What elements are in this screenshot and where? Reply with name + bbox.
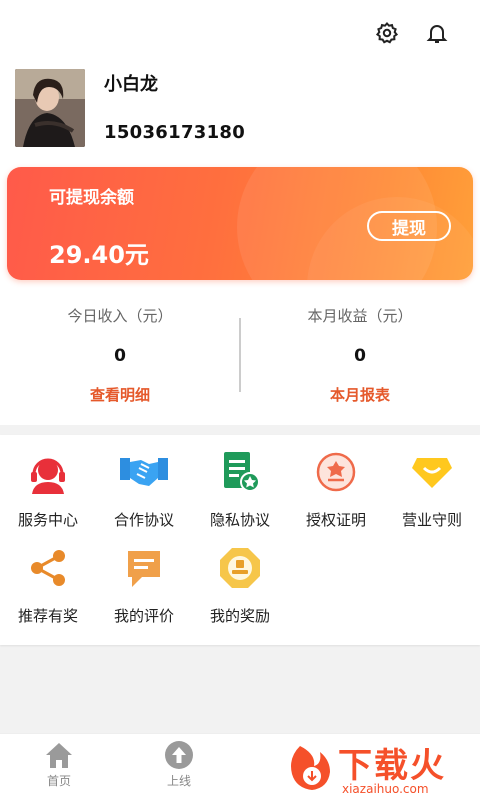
view-details-link[interactable]: 查看明细 — [0, 384, 240, 405]
watermark: 下载火 xiazaihuo.com — [280, 738, 480, 800]
service-label: 服务中心 — [17, 511, 78, 529]
month-income-label: 本月收益（元） — [307, 307, 413, 325]
today-income-value: 0 — [114, 346, 126, 366]
month-income-value: 0 — [354, 346, 366, 366]
balance-amount: 29.40元 — [49, 241, 149, 269]
today-income-stat: 今日收入（元） 0 查看明细 — [0, 305, 240, 405]
tab-home[interactable]: 首页 — [29, 740, 89, 789]
upload-arrow-icon — [149, 740, 209, 770]
avatar[interactable] — [15, 69, 85, 147]
comment-icon — [119, 545, 169, 591]
referral-reward-item[interactable]: 推荐有奖 — [0, 545, 96, 626]
balance-card[interactable]: 可提现余额 29.40元 提现 — [7, 167, 473, 280]
service-label: 我的评价 — [113, 607, 174, 625]
document-star-icon — [215, 449, 265, 495]
withdraw-button[interactable]: 提现 — [367, 211, 451, 241]
my-rewards-item[interactable]: 我的奖励 — [192, 545, 288, 626]
service-label: 授权证明 — [305, 511, 366, 529]
app-screen: 小白龙 15036173180 可提现余额 29.40元 提现 今日收入（元） … — [0, 0, 480, 800]
today-income-label: 今日收入（元） — [67, 307, 173, 325]
watermark-url: xiazaihuo.com — [342, 782, 429, 796]
certificate-icon — [311, 449, 361, 495]
watermark-title: 下载火 — [338, 746, 446, 786]
service-label: 隐私协议 — [209, 511, 270, 529]
award-icon — [215, 545, 265, 591]
user-name: 小白龙 — [104, 74, 158, 95]
balance-label: 可提现余额 — [49, 188, 134, 208]
business-rules-item[interactable]: 营业守则 — [384, 449, 480, 530]
service-label: 合作协议 — [113, 511, 174, 529]
tab-online-label: 上线 — [166, 774, 191, 788]
service-center-item[interactable]: 服务中心 — [0, 449, 96, 530]
month-report-link[interactable]: 本月报表 — [240, 384, 480, 405]
gear-icon[interactable] — [370, 16, 404, 50]
privacy-agreement-item[interactable]: 隐私协议 — [192, 449, 288, 530]
bell-icon[interactable] — [420, 16, 454, 50]
user-phone: 15036173180 — [104, 122, 246, 143]
tab-online[interactable]: 上线 — [149, 740, 209, 789]
authorization-certificate-item[interactable]: 授权证明 — [288, 449, 384, 530]
profile-section: 小白龙 15036173180 可提现余额 29.40元 提现 今日收入（元） … — [0, 0, 480, 425]
handshake-icon — [119, 449, 169, 495]
headset-icon — [23, 449, 73, 495]
service-label: 营业守则 — [401, 511, 462, 529]
service-label: 推荐有奖 — [17, 607, 78, 625]
service-label: 我的奖励 — [209, 607, 270, 625]
share-icon — [23, 545, 73, 591]
month-income-stat: 本月收益（元） 0 本月报表 — [240, 305, 480, 405]
gem-icon — [407, 449, 457, 495]
cooperation-agreement-item[interactable]: 合作协议 — [96, 449, 192, 530]
tab-home-label: 首页 — [46, 774, 71, 788]
home-icon — [29, 740, 89, 770]
services-grid: 服务中心 合作协议 隐私协议 授权证明 营业守则 推荐有奖 我的评价 我的奖励 — [0, 435, 480, 645]
my-reviews-item[interactable]: 我的评价 — [96, 545, 192, 626]
